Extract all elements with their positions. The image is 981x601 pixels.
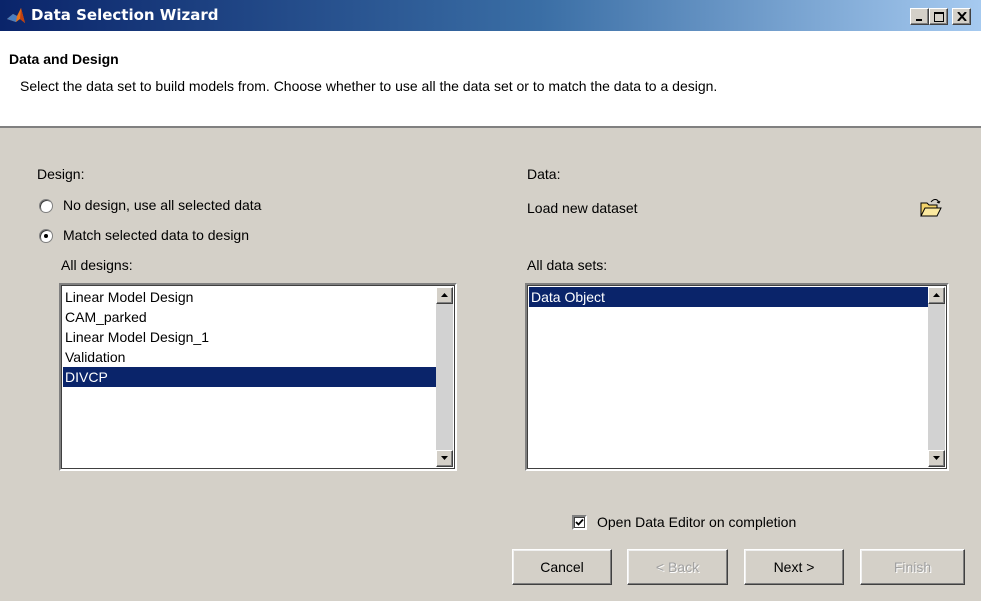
datasets-list: Data Object [529, 287, 929, 467]
list-item[interactable]: Linear Model Design_1 [63, 327, 437, 347]
scroll-down-button[interactable] [436, 450, 453, 467]
header-description: Select the data set to build models from… [20, 78, 718, 94]
match-design-radio-label[interactable]: Match selected data to design [63, 227, 249, 243]
window-title: Data Selection Wizard [31, 6, 219, 24]
data-section-label: Data: [527, 166, 561, 182]
open-folder-icon[interactable] [920, 198, 942, 218]
minimize-button[interactable] [910, 8, 929, 25]
datasets-listbox[interactable]: Data Object [525, 283, 949, 471]
data-selection-wizard-window: Data Selection Wizard Data and Design Se… [0, 0, 981, 601]
minimize-icon [915, 18, 922, 21]
scroll-up-icon [441, 293, 448, 297]
maximize-button[interactable] [929, 8, 948, 25]
load-dataset-label: Load new dataset [527, 200, 638, 216]
back-button[interactable]: < Back [627, 549, 728, 585]
title-bar[interactable]: Data Selection Wizard [0, 0, 981, 31]
no-design-radio[interactable] [39, 199, 53, 213]
list-item[interactable]: CAM_parked [63, 307, 437, 327]
list-item[interactable]: Linear Model Design [63, 287, 437, 307]
next-button[interactable]: Next > [744, 549, 844, 585]
radio-selected-dot [44, 234, 48, 238]
maximize-icon [933, 11, 944, 22]
list-item[interactable]: Validation [63, 347, 437, 367]
scroll-up-button[interactable] [436, 287, 453, 304]
designs-listbox[interactable]: Linear Model Design CAM_parked Linear Mode… [59, 283, 457, 471]
header-title: Data and Design [9, 51, 119, 67]
datasets-scrollbar[interactable] [928, 287, 945, 467]
match-design-radio[interactable] [39, 229, 53, 243]
all-datasets-label: All data sets: [527, 257, 608, 273]
open-editor-label[interactable]: Open Data Editor on completion [597, 514, 796, 530]
finish-button[interactable]: Finish [860, 549, 965, 585]
checkmark-icon [575, 518, 584, 526]
scroll-down-icon [441, 456, 448, 460]
list-item[interactable]: Data Object [529, 287, 929, 307]
wizard-header: Data and Design Select the data set to b… [0, 31, 981, 128]
close-icon [956, 12, 967, 21]
no-design-radio-label[interactable]: No design, use all selected data [63, 197, 261, 213]
designs-scrollbar[interactable] [436, 287, 453, 467]
design-section-label: Design: [37, 166, 85, 182]
scroll-down-icon [933, 456, 940, 460]
all-designs-label: All designs: [61, 257, 133, 273]
scroll-up-button[interactable] [928, 287, 945, 304]
scroll-up-icon [933, 293, 940, 297]
matlab-logo-icon [6, 6, 26, 26]
scroll-down-button[interactable] [928, 450, 945, 467]
close-button[interactable] [952, 8, 971, 25]
designs-list: Linear Model Design CAM_parked Linear Mode… [63, 287, 437, 467]
cancel-button[interactable]: Cancel [512, 549, 612, 585]
list-item[interactable]: DIVCP [63, 367, 437, 387]
open-editor-checkbox[interactable] [572, 515, 587, 530]
